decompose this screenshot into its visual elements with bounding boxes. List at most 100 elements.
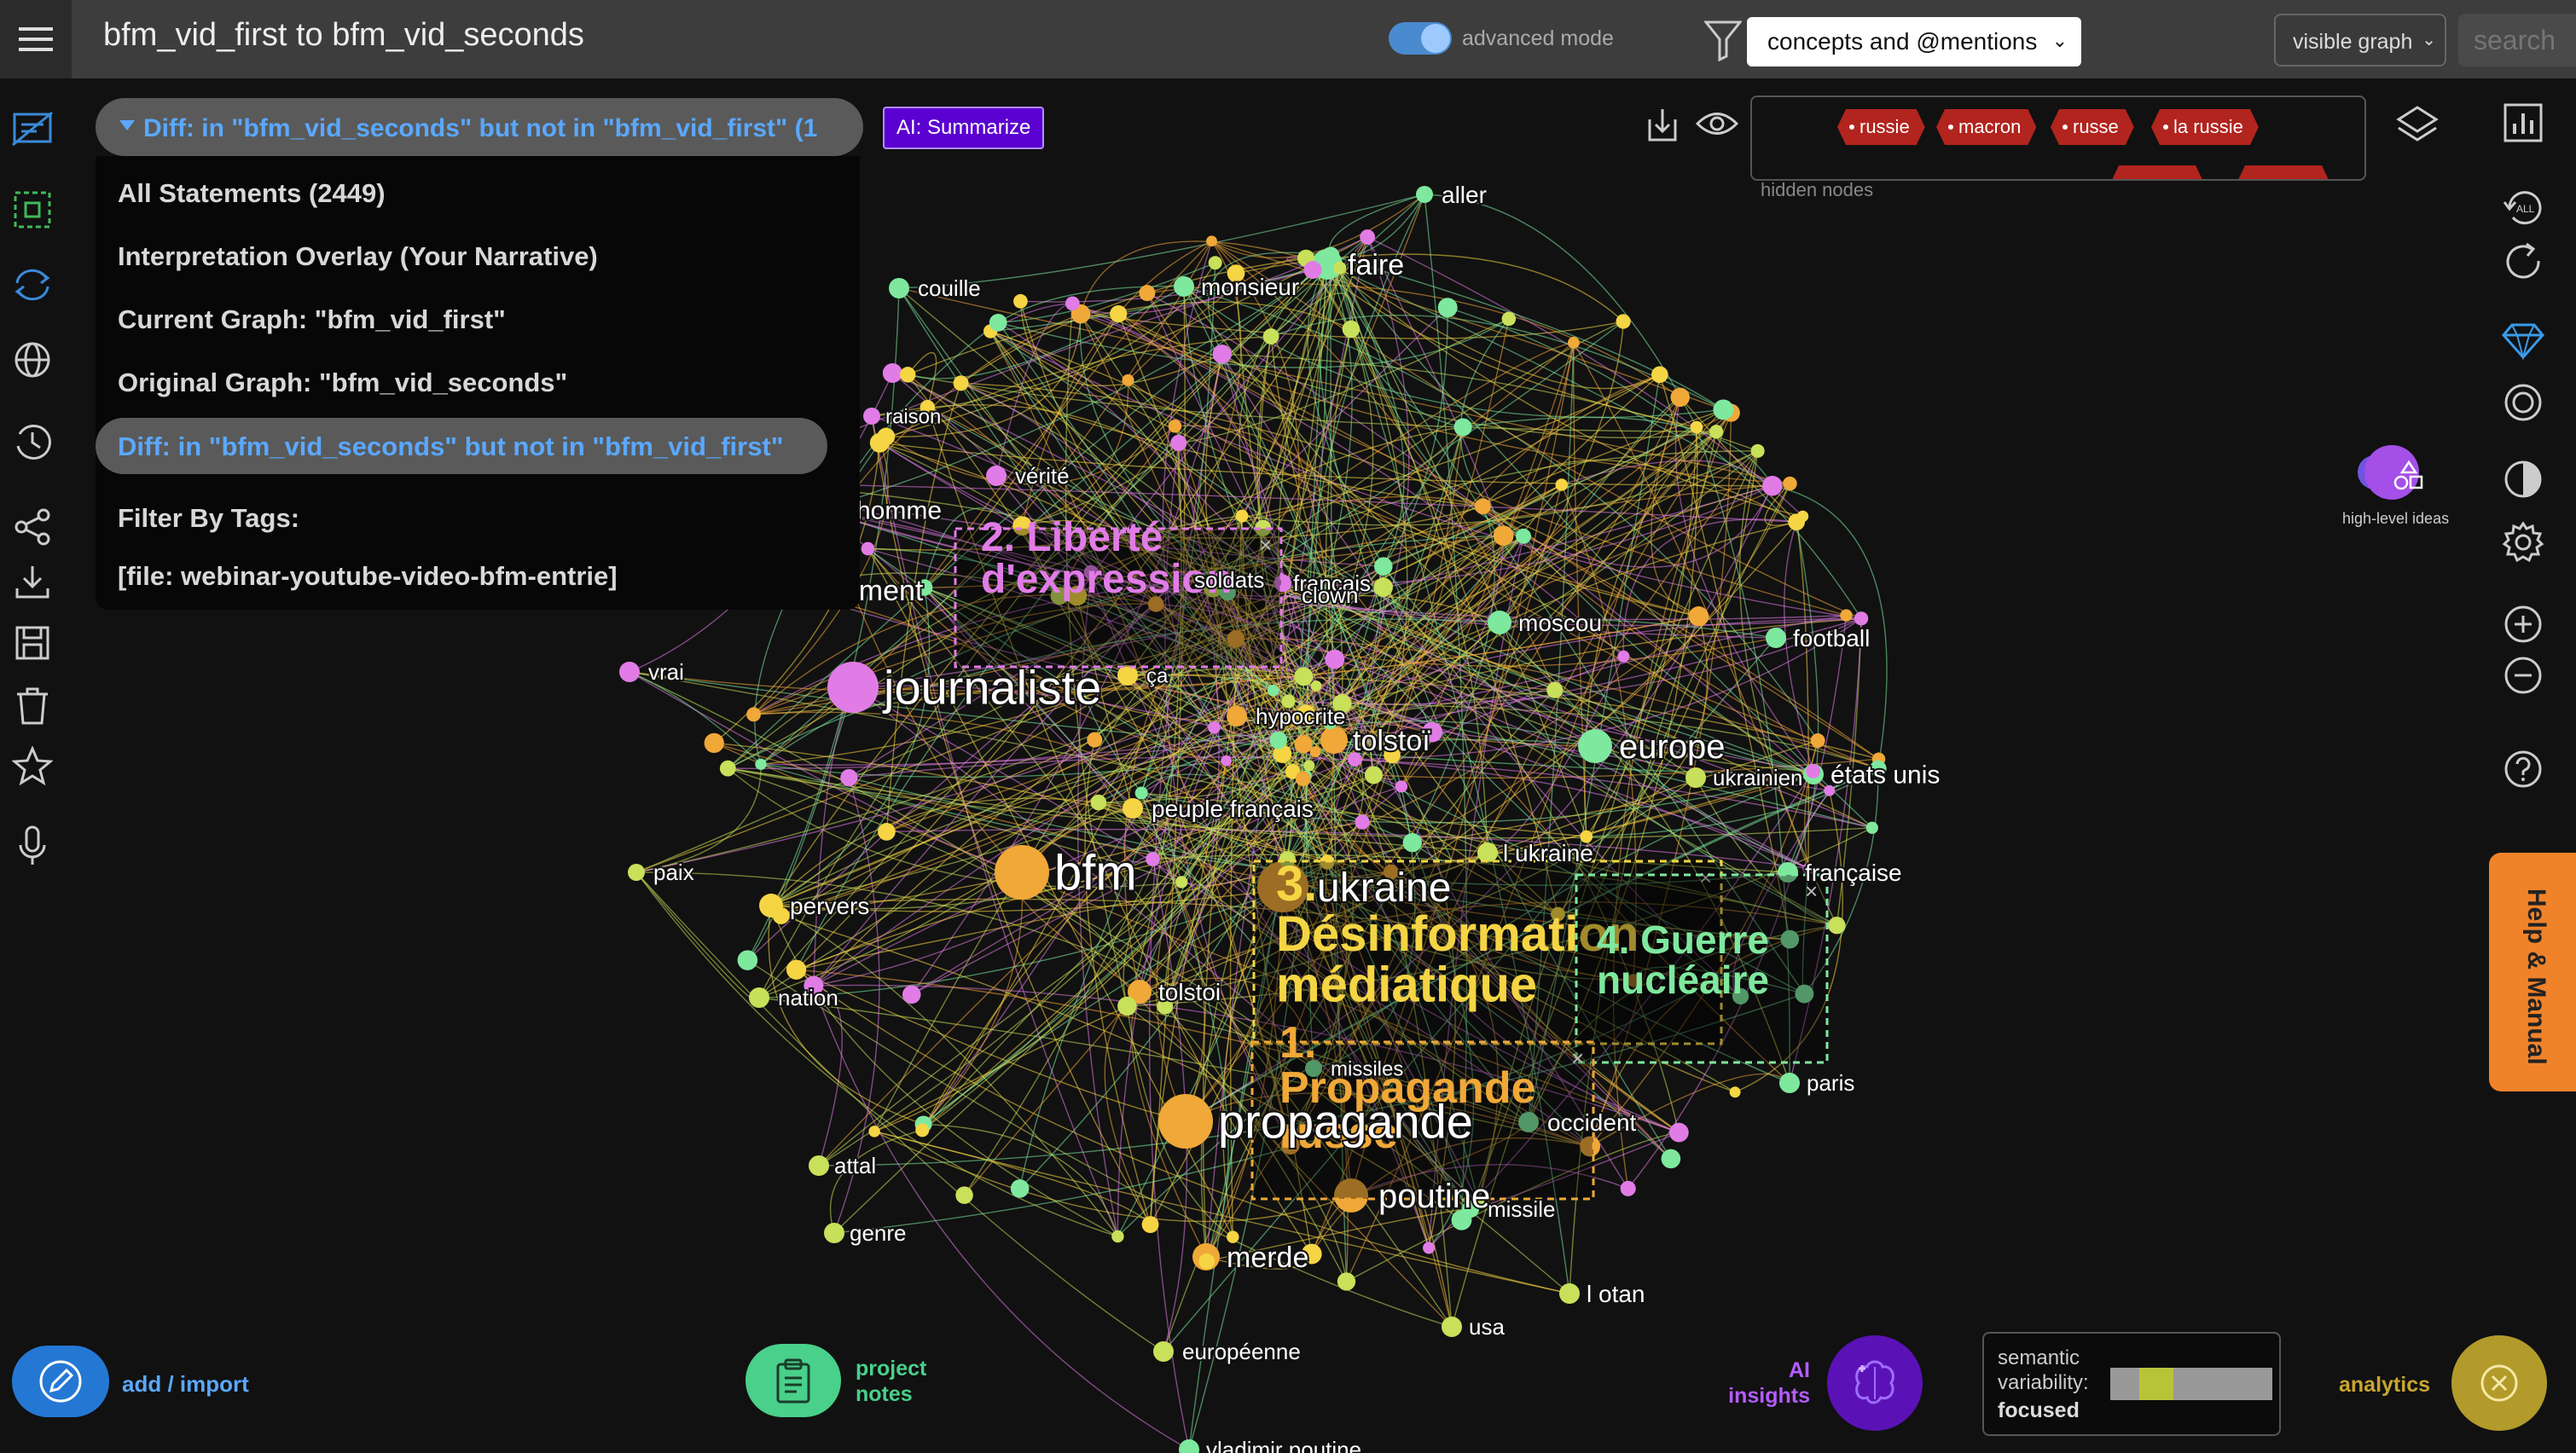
graph-node[interactable] [1153, 1341, 1174, 1362]
graph-node[interactable] [1139, 285, 1156, 302]
graph-node[interactable] [1267, 685, 1279, 697]
graph-node[interactable] [995, 845, 1049, 900]
graph-node-label[interactable]: vrai [647, 657, 686, 686]
graph-node[interactable] [1766, 628, 1786, 648]
focus-circle-icon[interactable] [2492, 372, 2554, 433]
project-notes-label[interactable]: project notes [856, 1356, 949, 1407]
graph-node-label[interactable]: ça [1145, 663, 1170, 689]
graph-node[interactable] [809, 1155, 829, 1176]
graph-node[interactable] [1854, 611, 1869, 626]
graph-node[interactable] [1423, 1242, 1436, 1254]
graph-node[interactable] [1294, 735, 1313, 754]
graph-node-label[interactable]: occident [1546, 1108, 1639, 1138]
graph-node[interactable] [1477, 842, 1498, 863]
menu-item-file-tag[interactable]: [file: webinar-youtube-video-bfm-entrie] [118, 561, 618, 592]
graph-node[interactable] [1651, 366, 1668, 384]
graph-node[interactable] [989, 313, 1007, 332]
mode-select[interactable]: concepts and @mentions ⌄ [1747, 17, 2081, 67]
graph-node[interactable] [1168, 419, 1182, 433]
graph-node[interactable] [1620, 1180, 1636, 1196]
graph-node[interactable] [1779, 1073, 1800, 1093]
graph-node[interactable] [900, 367, 916, 383]
graph-node[interactable] [1762, 475, 1783, 496]
menu-item-original-graph[interactable]: Original Graph: "bfm_vid_seconds" [118, 368, 567, 398]
graph-node[interactable] [1146, 852, 1160, 867]
graph-node[interactable] [1806, 763, 1821, 779]
graph-node[interactable] [1437, 298, 1458, 318]
graph-node[interactable] [1212, 344, 1232, 364]
refresh-icon[interactable] [2492, 232, 2554, 293]
graph-node[interactable] [1208, 721, 1221, 734]
graph-node-label[interactable]: poutine [1377, 1176, 1492, 1217]
graph-node[interactable] [902, 985, 921, 1004]
graph-node[interactable] [772, 906, 790, 924]
graph-node-label[interactable]: européenne [1181, 1337, 1303, 1366]
view-select[interactable]: visible graph ⌄ [2274, 14, 2446, 67]
graph-node[interactable] [1402, 833, 1422, 853]
graph-node[interactable] [755, 758, 767, 770]
graph-node[interactable] [863, 408, 880, 425]
graph-node-label[interactable]: clown [1300, 581, 1360, 610]
graph-node[interactable] [1342, 320, 1361, 339]
graph-node-label[interactable]: soldats [1192, 565, 1266, 594]
graph-node-label[interactable]: tolstoï [1351, 723, 1432, 759]
graph-node[interactable] [1783, 476, 1797, 491]
graph-node[interactable] [877, 427, 896, 446]
graph-node[interactable] [1269, 731, 1287, 750]
graph-node[interactable] [1355, 814, 1370, 830]
graph-node[interactable] [1690, 420, 1703, 434]
menu-item-all-statements[interactable]: All Statements (2449) [118, 178, 386, 209]
graph-node[interactable] [749, 987, 769, 1008]
hide-graph-icon[interactable] [7, 104, 58, 155]
select-area-icon[interactable] [7, 184, 58, 235]
graph-node[interactable] [1364, 766, 1383, 784]
graph-node-label[interactable]: nation [776, 983, 840, 1012]
hidden-node-tag[interactable]: russe [2051, 109, 2134, 145]
graph-node[interactable] [1087, 732, 1103, 748]
hamburger-menu-icon[interactable] [0, 0, 72, 78]
graph-node[interactable] [1488, 611, 1511, 634]
graph-node-label[interactable]: aller [1440, 180, 1488, 210]
graph-node[interactable] [1416, 186, 1433, 203]
graph-node[interactable] [955, 1186, 973, 1204]
graph-node-label[interactable]: merde [1225, 1240, 1310, 1276]
graph-node[interactable] [1337, 1272, 1356, 1291]
graph-node[interactable] [889, 278, 909, 298]
graph-node[interactable] [786, 959, 807, 980]
graph-node[interactable] [1227, 706, 1247, 726]
add-import-button[interactable] [12, 1346, 109, 1417]
graph-node[interactable] [1661, 1149, 1681, 1169]
ai-insights-label[interactable]: AI insights [1714, 1357, 1810, 1409]
graph-node[interactable] [1713, 399, 1734, 420]
graph-node[interactable] [737, 950, 758, 970]
graph-node[interactable] [1325, 649, 1345, 669]
trash-icon[interactable] [7, 680, 58, 732]
graph-node[interactable] [1578, 729, 1612, 763]
graph-node[interactable] [915, 1123, 930, 1138]
graph-node-label[interactable]: usa [1467, 1312, 1506, 1341]
add-import-label[interactable]: add / import [122, 1371, 249, 1398]
hidden-node-tag[interactable]: la russie [2151, 109, 2259, 145]
graph-node[interactable] [840, 768, 858, 787]
graph-node[interactable] [1810, 733, 1825, 749]
graph-node[interactable] [882, 363, 902, 384]
graph-node[interactable] [1303, 760, 1315, 772]
graph-node-label[interactable]: ukrainien [1711, 763, 1805, 792]
graph-node[interactable] [1515, 528, 1531, 544]
graph-node[interactable] [1294, 667, 1314, 686]
graph-node[interactable] [1111, 1230, 1124, 1243]
graph-node-label[interactable]: hypocrite [1254, 702, 1348, 731]
graph-node[interactable] [628, 864, 645, 881]
search-input[interactable] [2458, 14, 2576, 67]
graph-node[interactable] [1360, 229, 1376, 245]
graph-node-label[interactable]: vladimir poutine [1204, 1435, 1363, 1453]
project-notes-button[interactable] [746, 1344, 841, 1417]
semantic-variability-bar[interactable] [2110, 1368, 2272, 1400]
graph-node[interactable] [1134, 786, 1148, 800]
graph-node-label[interactable]: raison [884, 403, 943, 430]
graph-node[interactable] [1117, 665, 1138, 686]
cluster-label[interactable]: 4. Guerre nucléaire [1597, 918, 1769, 1002]
layers-icon[interactable] [2395, 104, 2440, 153]
graph-node[interactable] [1262, 328, 1279, 344]
graph-node[interactable] [619, 662, 640, 682]
